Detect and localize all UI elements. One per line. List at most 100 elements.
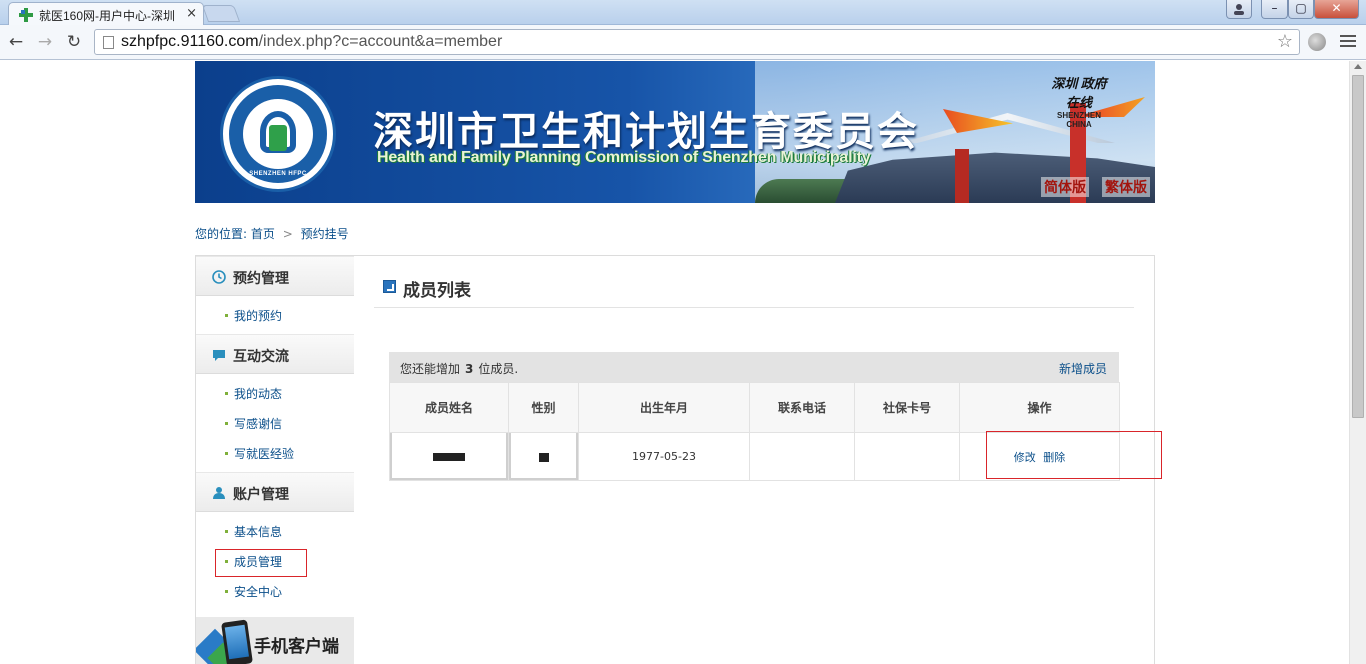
url-path: /index.php?c=account&a=member <box>258 33 503 50</box>
add-member-link[interactable]: 新增成员 <box>1059 360 1107 377</box>
page-scrollbar[interactable] <box>1349 61 1366 664</box>
member-quota-bar: 您还能增加 3 位成员. 新增成员 <box>389 352 1119 382</box>
sidebar-item-basic-info[interactable]: 基本信息 <box>196 516 354 546</box>
simplified-chinese-link[interactable]: 简体版 <box>1041 177 1089 197</box>
bullet-icon <box>225 452 228 455</box>
bullet-icon <box>225 314 228 317</box>
url-text[interactable]: szhpfpc.91160.com/index.php?c=account&a=… <box>121 33 502 51</box>
bullet-icon <box>225 530 228 533</box>
sidebar-list: 基本信息 成员管理 安全中心 <box>196 512 354 610</box>
column-header: 性别 <box>508 382 579 433</box>
tab-close-icon[interactable]: × <box>186 6 197 21</box>
tab-title: 就医160网-用户中心-深圳 <box>39 9 176 23</box>
traditional-chinese-link[interactable]: 繁体版 <box>1102 177 1150 197</box>
forward-arrow-icon[interactable]: → <box>35 32 55 52</box>
sidebar-section-account: 账户管理 <box>196 472 354 512</box>
edit-member-link[interactable]: 修改 <box>1014 451 1036 464</box>
breadcrumb-current-link[interactable]: 预约挂号 <box>301 227 349 241</box>
redacted-gender <box>538 452 549 462</box>
sidebar-item-my-appointments[interactable]: 我的预约 <box>196 300 354 330</box>
sidebar-item-label[interactable]: 安全中心 <box>234 583 282 600</box>
column-header: 成员姓名 <box>389 382 509 433</box>
banner-tower <box>955 149 969 203</box>
sidebar-item-label[interactable]: 成员管理 <box>234 553 282 570</box>
sidebar-item-label[interactable]: 我的动态 <box>234 385 282 402</box>
menu-icon[interactable] <box>1340 35 1356 49</box>
sidebar-list: 我的预约 <box>196 296 354 334</box>
chat-bubble-icon <box>213 350 225 361</box>
browser-tab-active[interactable]: 就医160网-用户中心-深圳 × <box>8 2 204 25</box>
sidebar-section-title: 互动交流 <box>233 349 289 365</box>
extension-icon[interactable] <box>1308 33 1326 51</box>
page-title: 成员列表 <box>403 281 471 301</box>
address-bar[interactable]: szhpfpc.91160.com/index.php?c=account&a=… <box>94 29 1300 55</box>
quota-prefix: 您还能增加 <box>400 362 461 376</box>
breadcrumb: 您的位置: 首页 > 预约挂号 <box>195 225 349 242</box>
url-host: szhpfpc.91160.com <box>121 33 259 50</box>
member-gender-cell <box>508 432 579 481</box>
sidebar-item-label[interactable]: 基本信息 <box>234 523 282 540</box>
member-birth-cell: 1977-05-23 <box>578 432 750 481</box>
bullet-icon <box>225 392 228 395</box>
member-phone-cell <box>749 432 855 481</box>
breadcrumb-separator: > <box>282 227 293 241</box>
sidebar-item-label[interactable]: 我的预约 <box>234 307 282 324</box>
sidebar-section-title: 预约管理 <box>233 271 289 287</box>
sidebar-item-security-center[interactable]: 安全中心 <box>196 576 354 606</box>
sz-logo-en: SHENZHEN CHINA <box>1056 111 1101 129</box>
sidebar-section-interaction: 互动交流 <box>196 334 354 374</box>
quota-count: 3 <box>465 362 474 376</box>
page-icon <box>103 36 114 49</box>
maximize-window-button[interactable]: ▢ <box>1288 0 1314 19</box>
member-table: 成员姓名 性别 出生年月 联系电话 社保卡号 操作 1977-05-23 修改 … <box>389 382 1120 481</box>
bookmark-star-icon[interactable]: ☆ <box>1277 31 1293 52</box>
new-tab-button[interactable] <box>201 5 241 22</box>
breadcrumb-home-link[interactable]: 首页 <box>251 227 275 241</box>
commission-emblem-logo: SHENZHEN HFPC <box>220 76 336 192</box>
delete-member-link[interactable]: 删除 <box>1043 451 1065 464</box>
member-quota-text: 您还能增加 3 位成员. <box>400 360 518 377</box>
table-row: 1977-05-23 修改 删除 <box>389 432 1120 481</box>
member-name-cell <box>389 432 509 481</box>
sidebar-item-label[interactable]: 写就医经验 <box>234 445 294 462</box>
column-header: 出生年月 <box>578 382 750 433</box>
minimize-window-button[interactable]: – <box>1261 0 1288 19</box>
user-center-sidebar: 预约管理 我的预约 互动交流 我的动态 写感谢信 写就医经验 账户管理 基本信息… <box>195 255 355 664</box>
sidebar-item-medical-experience[interactable]: 写就医经验 <box>196 438 354 468</box>
breadcrumb-prefix: 您的位置: <box>195 227 248 241</box>
scroll-up-arrow-icon[interactable] <box>1354 64 1362 69</box>
reload-icon[interactable]: ↻ <box>64 32 84 52</box>
column-header: 社保卡号 <box>854 382 960 433</box>
sidebar-section-title: 账户管理 <box>233 487 289 503</box>
sidebar-list: 我的动态 写感谢信 写就医经验 <box>196 374 354 472</box>
promo-text: 手机客户端 <box>254 637 339 656</box>
member-ss-card-cell <box>854 432 960 481</box>
sidebar-item-member-management[interactable]: 成员管理 <box>196 546 354 577</box>
shenzhen-gov-logo[interactable]: 深圳 政府在线 SHENZHEN CHINA <box>1045 73 1113 129</box>
redacted-name <box>433 453 465 461</box>
member-list-panel: 成员列表 您还能增加 3 位成员. 新增成员 成员姓名 性别 出生年月 联系电话 社… <box>354 255 1162 664</box>
sidebar-item-thank-you-letter[interactable]: 写感谢信 <box>196 408 354 438</box>
sidebar-item-label[interactable]: 写感谢信 <box>234 415 282 432</box>
back-arrow-icon[interactable]: ← <box>6 32 26 52</box>
column-header: 联系电话 <box>749 382 855 433</box>
sz-logo-cn: 深圳 政府在线 <box>1051 76 1107 110</box>
page-viewport: SHENZHEN HFPC 深圳市卫生和计划生育委员会 Health and F… <box>0 61 1366 664</box>
sidebar-section-appointments: 预约管理 <box>196 256 354 296</box>
browser-tab-strip: 就医160网-用户中心-深圳 × – ▢ ✕ <box>0 0 1366 25</box>
browser-toolbar: ← → ↻ szhpfpc.91160.com/index.php?c=acco… <box>0 25 1366 60</box>
bullet-icon <box>225 590 228 593</box>
sidebar-item-my-activity[interactable]: 我的动态 <box>196 378 354 408</box>
user-icon <box>213 487 225 499</box>
table-header-row: 成员姓名 性别 出生年月 联系电话 社保卡号 操作 <box>389 382 1120 433</box>
member-actions-cell: 修改 删除 <box>959 432 1120 481</box>
scrollbar-thumb[interactable] <box>1352 75 1364 418</box>
profile-icon[interactable] <box>1226 0 1252 19</box>
bullet-icon <box>225 560 228 563</box>
mobile-app-promo-banner[interactable]: 手机客户端 <box>196 617 354 664</box>
close-window-button[interactable]: ✕ <box>1314 0 1359 19</box>
bullet-icon <box>225 422 228 425</box>
site-favicon-icon <box>19 8 33 22</box>
section-header: 成员列表 <box>374 276 1134 308</box>
list-arrow-icon <box>383 280 396 293</box>
